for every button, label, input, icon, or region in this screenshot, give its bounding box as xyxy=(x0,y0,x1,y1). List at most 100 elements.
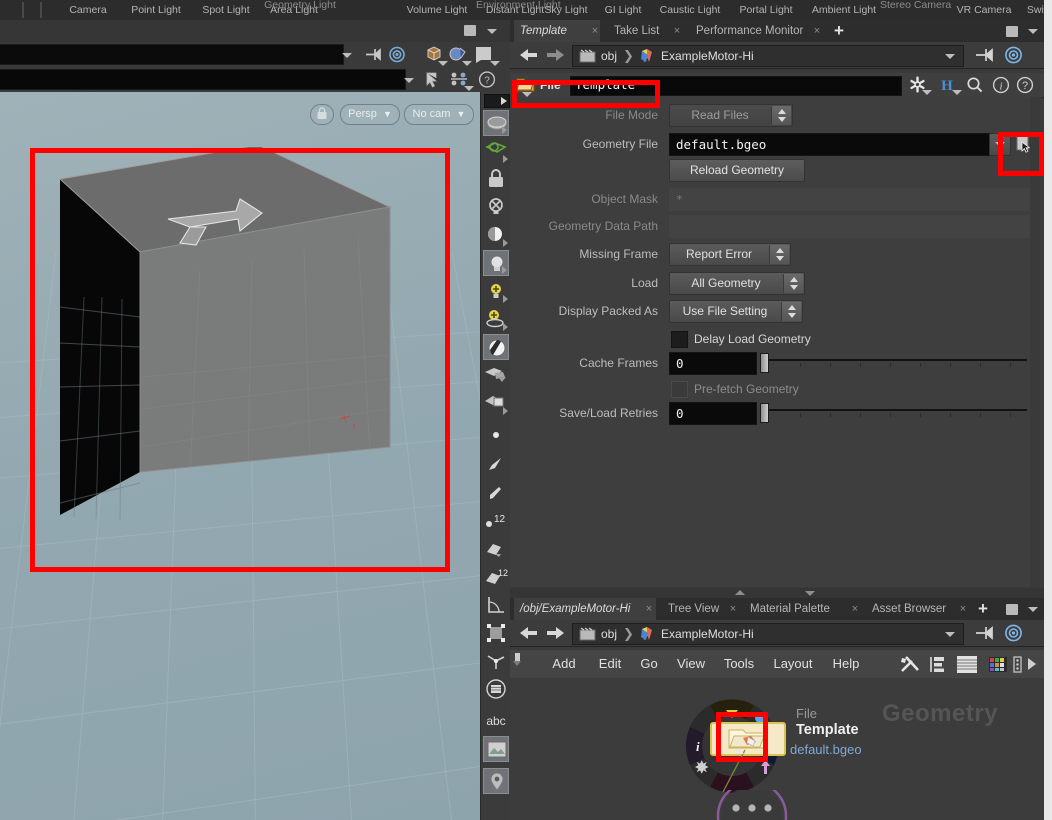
tab-performance-monitor-close-icon[interactable]: × xyxy=(810,20,824,42)
point-number-icon[interactable]: 12 xyxy=(483,508,509,534)
splitter-up-arrow-icon[interactable] xyxy=(735,590,745,595)
maximize-network-pane-button[interactable] xyxy=(1006,604,1018,615)
shelf-tool-vr-camera[interactable]: VR Camera xyxy=(950,0,1018,20)
menubar-scroll-right-icon[interactable] xyxy=(1028,658,1036,670)
search-icon[interactable] xyxy=(966,76,984,94)
checkbox-prefetch-geometry[interactable] xyxy=(671,381,688,398)
shelf-tool-spot-light[interactable]: Spot Light xyxy=(192,0,260,20)
param-input-cache-frames[interactable]: 0 xyxy=(669,352,757,375)
pin-icon[interactable] xyxy=(974,47,994,63)
bbox-icon[interactable] xyxy=(483,620,509,646)
network-canvas[interactable]: Geometry i File Template default.bgeo xyxy=(510,678,1044,820)
shading-mode-icon[interactable] xyxy=(483,222,509,248)
help-icon[interactable]: ? xyxy=(478,71,496,88)
locator-icon[interactable] xyxy=(483,768,509,794)
missing-frame-stepper-icon[interactable] xyxy=(769,245,789,264)
shelf-tool-portal-light[interactable]: Portal Light xyxy=(730,0,802,20)
network-breadcrumb-node[interactable]: ExampleMotor-Hi xyxy=(661,624,754,644)
checkbox-delay-load-geometry[interactable] xyxy=(671,331,688,348)
selection-mode-icon[interactable] xyxy=(483,138,509,164)
target-link-icon[interactable] xyxy=(388,46,406,63)
display-packed-stepper-icon[interactable] xyxy=(781,302,801,321)
breadcrumb-node[interactable]: ExampleMotor-Hi xyxy=(661,46,754,66)
add-light-point-icon[interactable] xyxy=(483,306,509,332)
tools-icon[interactable] xyxy=(900,655,920,674)
select-cursor-icon[interactable] xyxy=(424,71,442,88)
text-abc-icon[interactable]: abc xyxy=(483,708,509,734)
origin-axis-icon[interactable] xyxy=(483,648,509,674)
tab-network-close-icon[interactable]: × xyxy=(642,598,656,620)
target-link-icon[interactable] xyxy=(1004,624,1023,642)
load-stepper-icon[interactable] xyxy=(783,274,803,293)
network-pane-menu-chevron-down-icon[interactable] xyxy=(1028,607,1038,612)
material-icon[interactable] xyxy=(483,334,509,360)
menu-help[interactable]: Help xyxy=(824,650,868,678)
lock-icon[interactable] xyxy=(483,166,509,192)
shelf-tool-ambient-light[interactable]: Ambient Light xyxy=(802,0,886,20)
maximize-parameter-pane-button[interactable] xyxy=(1006,26,1018,37)
pin-icon[interactable] xyxy=(974,625,994,641)
menubar-scroll-left[interactable] xyxy=(512,650,526,678)
pin-icon[interactable] xyxy=(364,46,382,63)
viewport-lock-button[interactable] xyxy=(310,104,334,125)
param-menu-load[interactable]: All Geometry xyxy=(669,272,805,295)
gear-chevron-down-icon[interactable] xyxy=(922,90,932,95)
more-options-icon[interactable] xyxy=(1013,655,1027,674)
display-options-icon[interactable] xyxy=(483,110,509,136)
help-icon[interactable]: ? xyxy=(1016,76,1034,94)
node-path-chevron-down-icon[interactable] xyxy=(945,54,955,59)
slider-save-load-retries[interactable] xyxy=(760,402,1027,423)
display-set-icon[interactable] xyxy=(483,676,509,702)
menu-add[interactable]: Add xyxy=(544,650,584,678)
list-icon[interactable] xyxy=(928,655,946,674)
select-tool-icon[interactable] xyxy=(483,452,509,478)
paint-tool-icon[interactable] xyxy=(483,536,509,562)
tab-asset-browser[interactable]: Asset Browser xyxy=(866,598,970,620)
shelf-tool-geometry-light[interactable]: Geometry Light xyxy=(262,0,338,20)
render-chevron-down-icon[interactable] xyxy=(490,61,500,66)
pane-menu-chevron-down-icon[interactable] xyxy=(487,29,497,34)
shelf-tool-point-light[interactable]: Point Light xyxy=(120,0,192,20)
tab-material-palette-close-icon[interactable]: × xyxy=(848,598,862,620)
tab-take-list-close-icon[interactable]: × xyxy=(670,20,684,42)
param-menu-missing-frame[interactable]: Report Error xyxy=(669,243,791,266)
add-light-icon[interactable] xyxy=(483,278,509,304)
param-input-geometry-file[interactable]: default.bgeo xyxy=(669,133,991,156)
back-arrow-icon[interactable] xyxy=(518,625,540,641)
shelf-tool-gi-light[interactable]: GI Light xyxy=(596,0,650,20)
tab-performance-monitor[interactable]: Performance Monitor xyxy=(690,20,824,42)
secondary-chevron-down-icon[interactable] xyxy=(404,78,414,83)
back-arrow-icon[interactable] xyxy=(518,47,540,63)
viewport-view-mode-button[interactable]: Persp ▼ xyxy=(340,104,400,125)
hide-other-objects-icon[interactable] xyxy=(483,194,509,220)
add-tab-button[interactable]: + xyxy=(830,22,848,40)
menu-tools[interactable]: Tools xyxy=(716,650,762,678)
menu-layout[interactable]: Layout xyxy=(766,650,820,678)
layers-icon[interactable] xyxy=(956,655,978,674)
param-input-object-mask[interactable]: * xyxy=(669,188,1031,211)
menu-view[interactable]: View xyxy=(670,650,712,678)
material-chevron-down-icon[interactable] xyxy=(462,61,472,66)
network-breadcrumb-root[interactable]: obj xyxy=(601,624,617,644)
viewport-camera-button[interactable]: No cam ▼ xyxy=(404,104,474,125)
param-input-geometry-data-path[interactable] xyxy=(669,215,1031,238)
reload-geometry-button[interactable]: Reload Geometry xyxy=(669,159,805,182)
info-icon[interactable]: i xyxy=(992,76,1010,94)
tab-asset-browser-close-icon[interactable]: × xyxy=(956,598,970,620)
shelf-tool-volume-light[interactable]: Volume Light xyxy=(398,0,476,20)
image-plane-icon[interactable] xyxy=(483,736,509,762)
toolbar-collapse-handle[interactable] xyxy=(484,94,510,108)
viewport-path-field[interactable] xyxy=(0,44,344,65)
snapshot-icon[interactable] xyxy=(483,390,509,416)
paint-number-icon[interactable]: 12 xyxy=(483,564,509,590)
shelf-tool-stereo-camera[interactable]: Stereo Camera xyxy=(880,0,951,20)
forward-arrow-icon[interactable] xyxy=(544,625,566,641)
maximize-pane-button[interactable] xyxy=(464,25,476,36)
network-path-field[interactable]: obj ❯ ExampleMotor-Hi xyxy=(572,623,964,645)
viewport-path-chevron-down-icon[interactable] xyxy=(342,53,352,58)
forward-arrow-icon[interactable] xyxy=(544,47,566,63)
network-add-tab-button[interactable]: + xyxy=(974,600,992,618)
point-marker-icon[interactable] xyxy=(483,422,509,448)
measure-icon[interactable] xyxy=(483,592,509,618)
shelf-tool-camera[interactable]: Camera xyxy=(58,0,118,20)
